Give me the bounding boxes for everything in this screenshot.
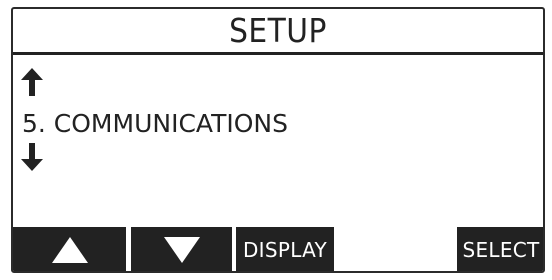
screen-title: SETUP bbox=[229, 11, 327, 50]
softkey-bar: DISPLAY SELECT bbox=[13, 227, 543, 271]
menu-item-communications[interactable]: 5. COMMUNICATIONS bbox=[22, 108, 288, 140]
up-softkey[interactable] bbox=[13, 227, 126, 271]
triangle-up-icon bbox=[51, 237, 88, 263]
arrow-up-icon bbox=[21, 68, 43, 96]
setup-screen: SETUP 5. COMMUNICATIONS DISPLAY SELECT bbox=[11, 7, 545, 273]
down-softkey[interactable] bbox=[131, 227, 232, 271]
triangle-down-icon bbox=[163, 237, 200, 263]
select-softkey[interactable]: SELECT bbox=[457, 227, 543, 271]
arrow-down-icon bbox=[21, 143, 43, 171]
display-softkey[interactable]: DISPLAY bbox=[236, 227, 334, 271]
title-bar: SETUP bbox=[13, 9, 543, 55]
